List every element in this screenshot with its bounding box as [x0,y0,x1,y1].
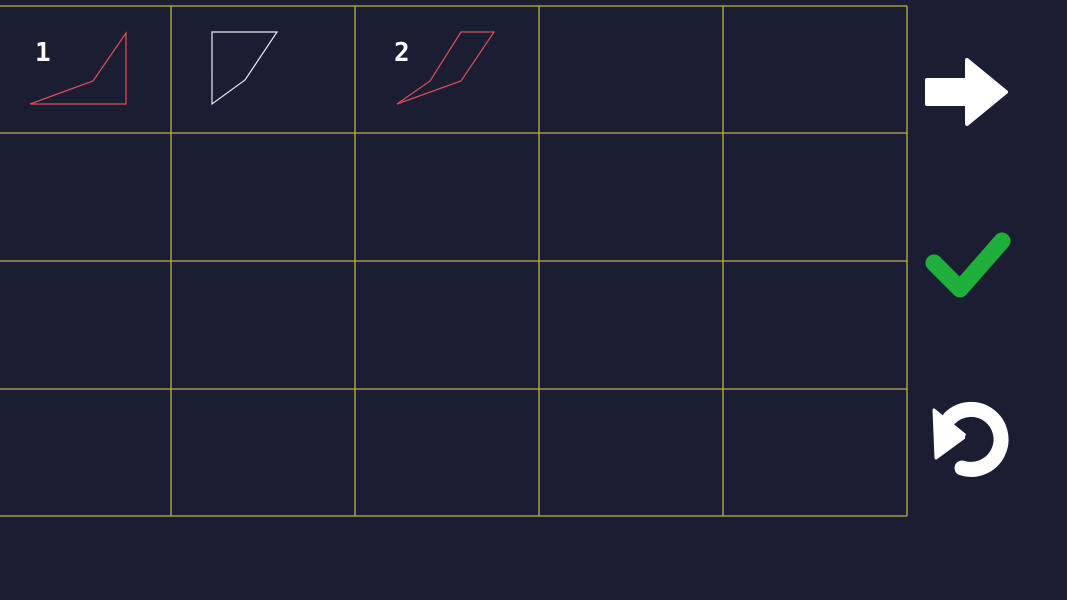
grid-cell-r0-c1[interactable] [172,7,354,132]
grid-cell-r0-c3[interactable] [540,7,722,132]
grid-cell-r1-c3[interactable] [540,134,722,260]
undo-icon [932,401,1009,477]
grid-cell-r0-c2[interactable] [356,7,538,132]
grid-cell-r3-c4[interactable] [724,390,906,515]
grid-cell-r1-c2[interactable] [356,134,538,260]
shape-grid-board [0,5,908,517]
grid-cell-r2-c2[interactable] [356,262,538,388]
grid-cell-r3-c2[interactable] [356,390,538,515]
undo-button[interactable] [922,398,1012,478]
grid-cell-r0-c4[interactable] [724,7,906,132]
confirm-button[interactable] [922,225,1012,305]
arrow-right-icon [925,58,1008,126]
grid-cell-r3-c1[interactable] [172,390,354,515]
grid-cell-r1-c4[interactable] [724,134,906,260]
grid-cell-r1-c0[interactable] [1,134,170,260]
grid-cell-r2-c0[interactable] [1,262,170,388]
grid-cell-r3-c3[interactable] [540,390,722,515]
checkmark-icon [925,232,1011,298]
grid-cell-r3-c0[interactable] [1,390,170,515]
grid-cell-r2-c1[interactable] [172,262,354,388]
grid-cell-r2-c4[interactable] [724,262,906,388]
cell-number-label-2: 2 [394,38,410,68]
grid-cell-r2-c3[interactable] [540,262,722,388]
grid-cell-r1-c1[interactable] [172,134,354,260]
next-button[interactable] [922,52,1012,132]
game-stage: 1 2 [0,0,1067,600]
cell-number-label-1: 1 [35,38,51,68]
grid-cell-r0-c0[interactable] [1,7,170,132]
